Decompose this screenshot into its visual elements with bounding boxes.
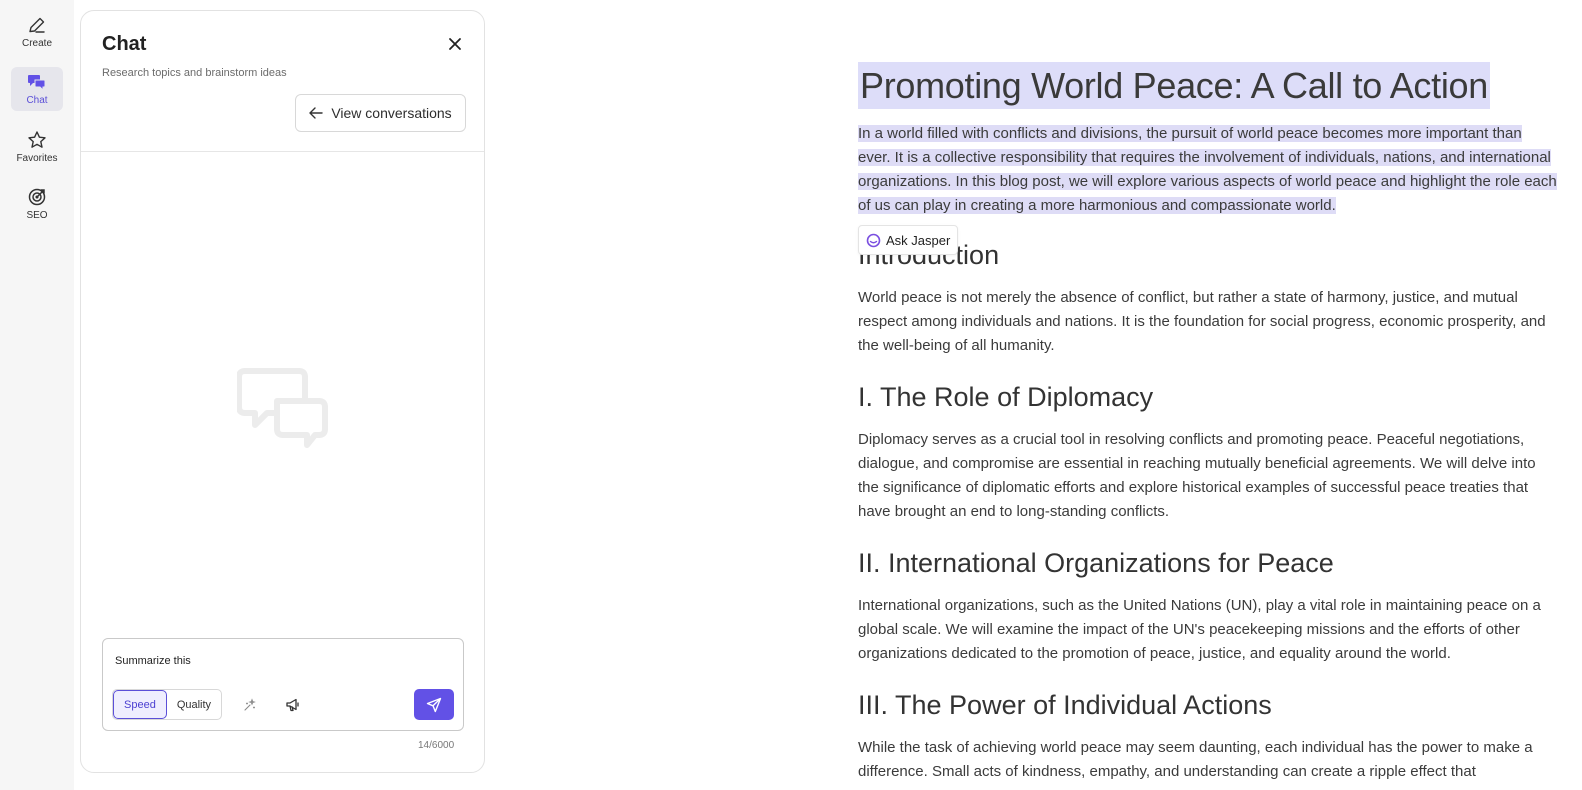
ask-jasper-label: Ask Jasper <box>886 232 951 248</box>
rail-item-label: Chat <box>26 95 48 106</box>
section-body[interactable]: International organizations, such as the… <box>858 594 1558 666</box>
selected-intro-text[interactable]: In a world filled with conflicts and div… <box>858 125 1557 214</box>
send-button[interactable] <box>414 689 454 720</box>
rail-item-label: Create <box>21 38 52 49</box>
chat-icon <box>28 75 46 92</box>
section-heading[interactable]: III. The Power of Individual Actions <box>858 688 1558 722</box>
section-heading[interactable]: II. International Organizations for Peac… <box>858 546 1558 580</box>
view-conversations-button[interactable]: View conversations <box>295 94 466 132</box>
empty-chat-icon <box>237 368 328 448</box>
sparkle-icon <box>244 698 256 711</box>
rail-item-create[interactable]: Create <box>11 10 63 54</box>
document-intro[interactable]: In a world filled with conflicts and div… <box>858 122 1558 218</box>
rail-item-chat[interactable]: Chat <box>11 67 63 111</box>
pen-icon <box>29 17 45 33</box>
target-icon <box>28 188 46 206</box>
sparkle-button[interactable] <box>238 694 262 716</box>
ask-jasper-button[interactable]: Ask Jasper <box>858 225 959 255</box>
mode-speed-button[interactable]: Speed <box>113 690 167 719</box>
send-icon <box>426 697 442 712</box>
side-rail: Create Chat Favorites SEO <box>0 0 74 790</box>
rail-item-label: Favorites <box>16 153 58 164</box>
close-icon <box>449 38 461 50</box>
panel-divider <box>81 151 484 152</box>
rail-item-seo[interactable]: SEO <box>11 182 63 226</box>
panel-subtitle: Research topics and brainstorm ideas <box>102 67 287 79</box>
view-conversations-label: View conversations <box>331 105 452 121</box>
chat-input[interactable]: Summarize this Speed Quality <box>102 638 464 731</box>
mode-toggle: Speed Quality <box>112 689 223 720</box>
section-heading[interactable]: I. The Role of Diplomacy <box>858 380 1558 414</box>
mode-quality-button[interactable]: Quality <box>167 690 221 719</box>
rail-item-favorites[interactable]: Favorites <box>11 125 63 169</box>
panel-title: Chat <box>102 33 147 55</box>
char-counter: 14/6000 <box>418 740 455 751</box>
section-body[interactable]: While the task of achieving world peace … <box>858 736 1558 784</box>
section-body[interactable]: World peace is not merely the absence of… <box>858 286 1558 358</box>
document-title[interactable]: Promoting World Peace: A Call to Action <box>858 62 1490 109</box>
chat-panel: Chat Research topics and brainstorm idea… <box>80 10 485 773</box>
section-body[interactable]: Diplomacy serves as a crucial tool in re… <box>858 428 1558 524</box>
arrow-left-icon <box>309 107 324 119</box>
section-heading[interactable]: Introduction <box>858 238 1558 272</box>
star-icon <box>28 131 46 148</box>
chat-input-text[interactable]: Summarize this <box>115 655 191 667</box>
close-button[interactable] <box>445 34 465 54</box>
document: Promoting World Peace: A Call to Action … <box>858 60 1558 784</box>
megaphone-icon <box>286 698 299 712</box>
jasper-icon <box>866 233 881 247</box>
announce-button[interactable] <box>281 694 305 716</box>
rail-item-label: SEO <box>26 210 48 221</box>
